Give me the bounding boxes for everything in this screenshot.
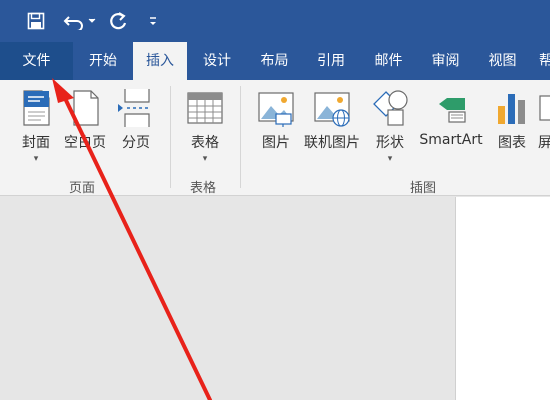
tab-references[interactable]: 引用 <box>302 42 360 80</box>
shapes-icon <box>370 88 410 128</box>
illustrations-group-label: 插图 <box>410 181 437 196</box>
shapes-label: 形状 <box>376 135 404 151</box>
tab-design[interactable]: 设计 <box>187 42 247 80</box>
blank-page-button[interactable]: 空白页 <box>62 88 108 152</box>
redo-icon[interactable] <box>105 8 131 34</box>
tab-review[interactable]: 审阅 <box>417 42 474 80</box>
group-divider <box>170 86 171 188</box>
tab-mailings[interactable]: 邮件 <box>360 42 417 80</box>
screenshot-label: 屏 <box>538 135 550 151</box>
cover-page-icon <box>16 88 56 128</box>
chevron-down-icon: ▾ <box>202 154 208 164</box>
ribbon-tab-bar: 文件 开始 插入 设计 布局 引用 邮件 审阅 视图 帮 <box>0 42 550 80</box>
chart-button[interactable]: 图表 <box>492 88 532 152</box>
table-button[interactable]: 表格 ▾ <box>185 88 225 164</box>
tab-file[interactable]: 文件 <box>0 42 73 80</box>
customize-qat-icon[interactable] <box>144 8 162 34</box>
online-picture-button[interactable]: 联机图片 <box>302 88 362 152</box>
chart-icon <box>492 88 532 128</box>
tab-view[interactable]: 视图 <box>474 42 531 80</box>
table-label: 表格 <box>191 135 219 151</box>
online-picture-label: 联机图片 <box>304 135 360 151</box>
save-icon[interactable] <box>24 8 48 34</box>
blank-page-label: 空白页 <box>64 135 106 151</box>
chart-label: 图表 <box>498 135 526 151</box>
smartart-label: SmartArt <box>419 132 483 148</box>
undo-icon[interactable] <box>60 8 100 34</box>
page-break-label: 分页 <box>122 135 150 151</box>
tab-layout[interactable]: 布局 <box>247 42 302 80</box>
cover-page-button[interactable]: 封面 ▾ <box>16 88 56 164</box>
quick-access-toolbar <box>0 0 550 42</box>
blank-page-icon <box>65 88 105 128</box>
picture-label: 图片 <box>262 135 290 151</box>
online-picture-icon <box>312 88 352 128</box>
page-break-icon <box>116 88 156 128</box>
smartart-button[interactable]: SmartArt <box>417 88 485 148</box>
ribbon-panel: 封面 ▾ 空白页 分页 页面 表格 ▾ 表格 图片 联机图片 形状 ▾ Smar… <box>0 80 550 196</box>
tab-help[interactable]: 帮 <box>531 42 550 80</box>
tab-insert[interactable]: 插入 <box>133 42 187 80</box>
document-canvas[interactable] <box>0 197 550 400</box>
cover-page-label: 封面 <box>22 135 50 151</box>
picture-button[interactable]: 图片 <box>256 88 296 152</box>
page-break-button[interactable]: 分页 <box>116 88 156 152</box>
shapes-button[interactable]: 形状 ▾ <box>370 88 410 164</box>
screenshot-icon <box>538 88 550 128</box>
chevron-down-icon: ▾ <box>387 154 393 164</box>
table-icon <box>185 88 225 128</box>
screenshot-button[interactable]: 屏 <box>538 88 550 152</box>
picture-icon <box>256 88 296 128</box>
chevron-down-icon: ▾ <box>33 154 39 164</box>
smartart-icon <box>431 88 471 128</box>
tables-group-label: 表格 <box>190 181 217 196</box>
document-page[interactable] <box>455 197 550 400</box>
tab-home[interactable]: 开始 <box>73 42 133 80</box>
pages-group-label: 页面 <box>69 181 96 196</box>
group-divider <box>240 86 241 188</box>
